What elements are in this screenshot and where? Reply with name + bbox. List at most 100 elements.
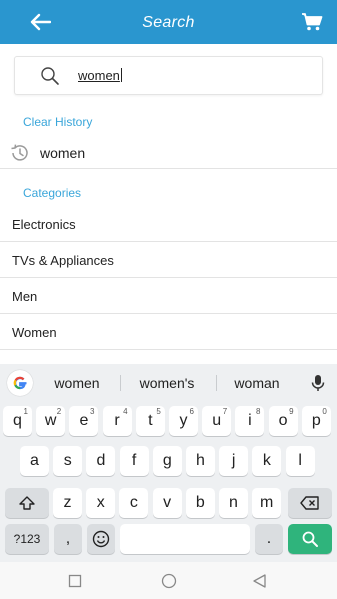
keyboard: ?123 , . q1w2e3r4t5y6u7i8o9p0asdfghjklzx… <box>0 402 337 562</box>
emoji-key[interactable] <box>87 524 115 554</box>
category-item-women[interactable]: Women <box>0 314 337 350</box>
key-y[interactable]: y6 <box>169 406 198 436</box>
key-i[interactable]: i8 <box>235 406 265 436</box>
shift-icon <box>19 496 35 510</box>
category-item-men[interactable]: Men <box>0 278 337 314</box>
key-hint: 0 <box>322 407 327 416</box>
history-item[interactable]: women <box>0 137 337 169</box>
key-h[interactable]: h <box>186 446 215 476</box>
categories-heading: Categories <box>23 186 82 200</box>
key-label: c <box>129 494 138 511</box>
key-label: q <box>13 412 22 429</box>
period-key[interactable]: . <box>255 524 283 554</box>
suggestion-2[interactable]: women's <box>127 375 207 391</box>
key-c[interactable]: c <box>119 488 149 518</box>
symbols-key[interactable]: ?123 <box>5 524 49 554</box>
suggestion-divider <box>120 375 121 391</box>
key-e[interactable]: e3 <box>69 406 99 436</box>
suggestion-1[interactable]: women <box>40 375 114 391</box>
key-label: s <box>63 452 72 469</box>
key-label: g <box>162 452 172 469</box>
search-key[interactable] <box>288 524 332 554</box>
space-key[interactable] <box>120 524 250 554</box>
key-label: b <box>195 494 205 511</box>
search-query-text: women <box>78 68 120 83</box>
key-q[interactable]: q1 <box>3 406 32 436</box>
shopping-cart-icon <box>302 13 323 31</box>
google-g-icon <box>13 376 27 390</box>
key-b[interactable]: b <box>185 488 215 518</box>
key-m[interactable]: m <box>252 488 282 518</box>
search-icon <box>41 67 59 85</box>
category-label: Men <box>12 289 38 304</box>
key-g[interactable]: g <box>152 446 182 476</box>
key-o[interactable]: o9 <box>268 406 298 436</box>
key-label: j <box>231 452 236 469</box>
key-s[interactable]: s <box>53 446 83 476</box>
emoji-icon <box>92 530 110 548</box>
key-label: l <box>298 452 302 469</box>
category-item-electronics[interactable]: Electronics <box>0 206 337 242</box>
category-label: TVs & Appliances <box>12 253 114 268</box>
key-hint: 1 <box>23 407 28 416</box>
key-w[interactable]: w2 <box>36 406 66 436</box>
key-label: a <box>30 452 39 469</box>
text-caret <box>120 68 122 82</box>
circle-icon <box>161 573 177 589</box>
key-hint: 3 <box>89 407 95 416</box>
key-f[interactable]: f <box>119 446 149 476</box>
backspace-icon <box>300 496 319 510</box>
key-label: k <box>262 452 271 469</box>
key-k[interactable]: k <box>252 446 282 476</box>
shift-key[interactable] <box>5 488 49 518</box>
home-button[interactable] <box>160 572 178 590</box>
key-label: d <box>96 452 106 469</box>
key-l[interactable]: l <box>285 446 315 476</box>
key-label: o <box>278 412 288 429</box>
keyboard-suggestion-bar: women women's woman <box>0 364 337 402</box>
key-x[interactable]: x <box>86 488 116 518</box>
history-item-label: women <box>40 145 86 161</box>
triangle-back-icon <box>253 574 266 588</box>
key-u[interactable]: u7 <box>202 406 232 436</box>
key-r[interactable]: r4 <box>102 406 132 436</box>
search-query: women <box>78 68 122 83</box>
key-n[interactable]: n <box>219 488 248 518</box>
search-input[interactable]: women <box>14 56 323 95</box>
category-item-tvs-appliances[interactable]: TVs & Appliances <box>0 242 337 278</box>
key-j[interactable]: j <box>219 446 249 476</box>
page-title: Search <box>142 14 195 31</box>
key-v[interactable]: v <box>152 488 182 518</box>
key-t[interactable]: t5 <box>135 406 165 436</box>
key-label: w <box>44 412 57 429</box>
key-label: u <box>212 412 222 429</box>
microphone-icon[interactable] <box>308 373 328 393</box>
google-logo-icon[interactable] <box>7 370 33 396</box>
key-label: i <box>248 412 252 429</box>
key-z[interactable]: z <box>53 488 82 518</box>
category-label: Women <box>12 325 57 340</box>
back-nav-button[interactable] <box>251 572 269 590</box>
app-bar: Search <box>0 0 337 44</box>
key-label: t <box>148 412 153 429</box>
key-label: x <box>96 494 105 511</box>
cart-button[interactable] <box>299 10 325 34</box>
backspace-key[interactable] <box>288 488 332 518</box>
key-hint: 5 <box>156 407 161 416</box>
clear-history-button[interactable]: Clear History <box>23 115 92 129</box>
key-d[interactable]: d <box>86 446 116 476</box>
comma-key[interactable]: , <box>54 524 82 554</box>
key-hint: 4 <box>123 407 128 416</box>
key-p[interactable]: p0 <box>301 406 331 436</box>
history-icon <box>11 144 28 161</box>
key-label: e <box>79 412 89 429</box>
key-a[interactable]: a <box>20 446 49 476</box>
key-label: n <box>229 494 238 511</box>
key-label: m <box>260 494 274 511</box>
key-label: p <box>311 412 321 429</box>
key-hint: 8 <box>255 407 261 416</box>
suggestion-3[interactable]: woman <box>222 375 292 391</box>
suggestion-divider <box>216 375 217 391</box>
recent-apps-button[interactable] <box>66 572 84 590</box>
square-icon <box>68 574 82 588</box>
